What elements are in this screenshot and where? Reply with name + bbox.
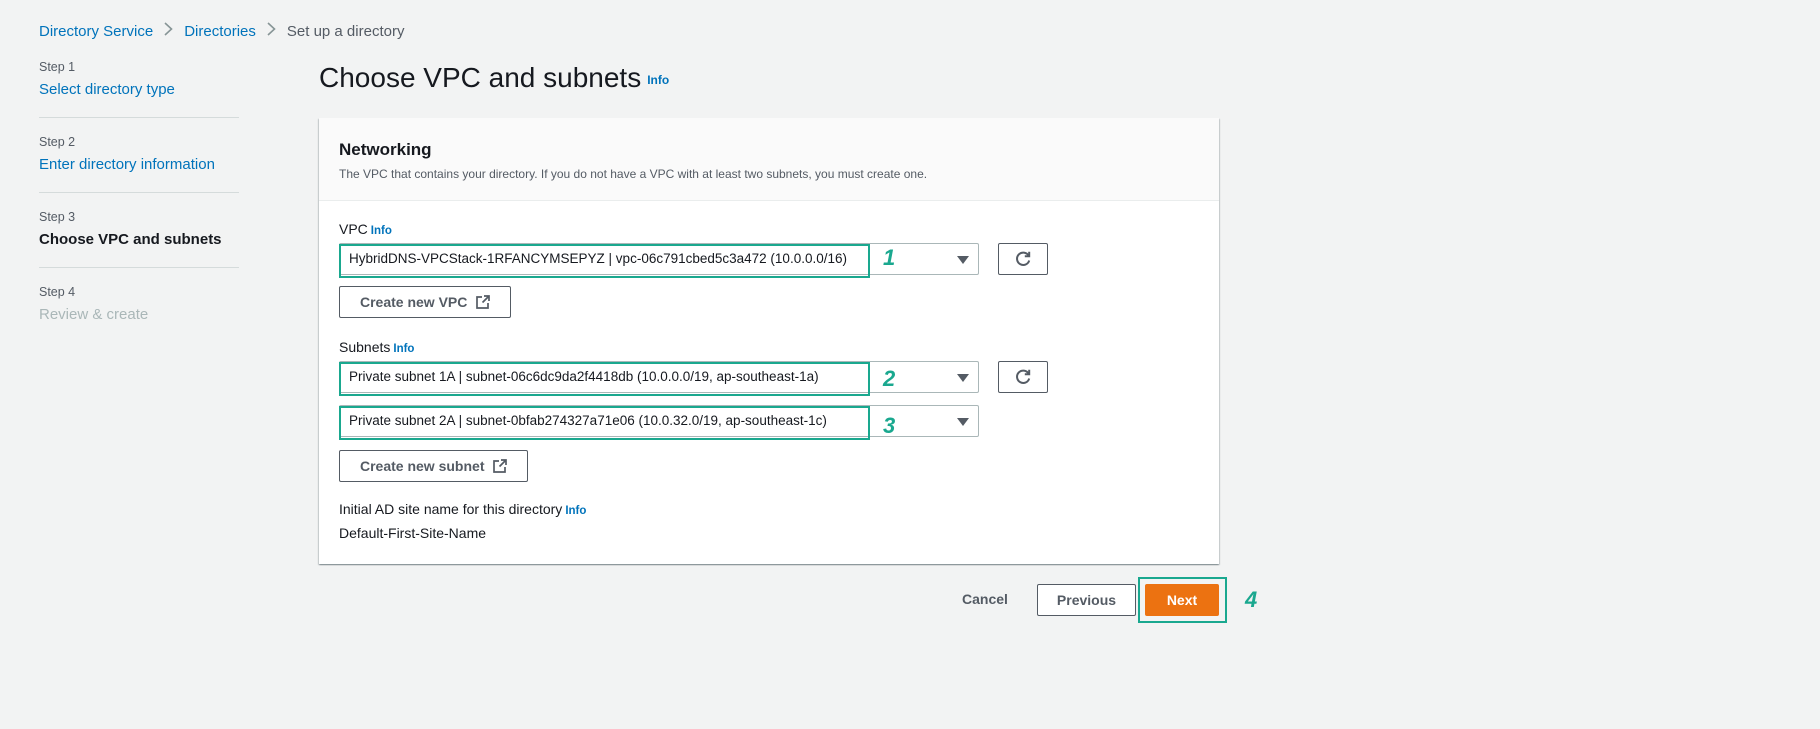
step-review-create: Review & create [39,306,149,323]
step-number: Step 2 [39,135,76,149]
subnets-label: Subnets Info [339,339,414,355]
refresh-icon [1016,251,1031,266]
step-link-select-directory-type[interactable]: Select directory type [39,81,239,98]
vpc-label: VPC Info [339,221,392,237]
step-3: Step 3 Choose VPC and subnets [39,210,239,268]
subnets-refresh-button[interactable] [998,361,1048,393]
breadcrumb: Directory Service Directories Set up a d… [39,22,404,40]
page-title: Choose VPC and subnets Info [319,62,669,94]
create-new-vpc-label: Create new VPC [360,294,468,310]
site-name-label-text: Initial AD site name for this directory [339,501,563,517]
networking-title: Networking [339,140,432,159]
networking-description: The VPC that contains your directory. If… [339,167,928,181]
networking-header: Networking The VPC that contains your di… [319,118,1219,201]
caret-down-icon [957,256,969,264]
step-number: Step 4 [39,285,76,299]
annotation-number-3: 3 [883,413,896,438]
refresh-icon [1016,369,1031,384]
step-current-choose-vpc: Choose VPC and subnets [39,231,222,248]
page-info-link[interactable]: Info [647,73,669,87]
page-title-text: Choose VPC and subnets [319,62,642,93]
create-new-subnet-label: Create new subnet [360,458,485,474]
networking-panel: Networking The VPC that contains your di… [319,118,1219,564]
external-link-icon [493,459,508,473]
step-4: Step 4 Review & create [39,285,239,342]
annotation-number-4: 4 [1245,587,1258,612]
caret-down-icon [957,374,969,382]
annotation-number-1: 1 [883,245,896,270]
annotation-highlight-subnet-1 [339,362,870,396]
site-name-label: Initial AD site name for this directory I… [339,501,586,517]
vpc-label-text: VPC [339,221,368,237]
chevron-right-icon [164,22,173,40]
breadcrumb-current: Set up a directory [286,22,405,40]
site-name-info-link[interactable]: Info [565,505,586,517]
annotation-highlight-vpc [339,244,870,278]
step-2: Step 2 Enter directory information [39,135,239,193]
cancel-button[interactable]: Cancel [962,591,1008,607]
vpc-refresh-button[interactable] [998,243,1048,275]
previous-button[interactable]: Previous [1037,584,1136,616]
create-new-subnet-button[interactable]: Create new subnet [339,450,529,482]
breadcrumb-directories[interactable]: Directories [184,23,256,40]
annotation-number-2: 2 [883,366,896,391]
step-1: Step 1 Select directory type [39,60,239,118]
external-link-icon [476,295,491,309]
chevron-right-icon [267,22,276,40]
site-name-value: Default-First-Site-Name [339,525,487,541]
annotation-highlight-subnet-2 [339,406,870,440]
breadcrumb-directory-service[interactable]: Directory Service [39,23,153,40]
next-button[interactable]: Next [1145,584,1219,616]
subnets-label-text: Subnets [339,339,391,355]
step-number: Step 3 [39,210,76,224]
subnets-info-link[interactable]: Info [393,343,414,355]
vpc-info-link[interactable]: Info [371,225,392,237]
caret-down-icon [957,418,969,426]
step-link-enter-directory-information[interactable]: Enter directory information [39,156,239,173]
create-new-vpc-button[interactable]: Create new VPC [339,286,512,318]
wizard-steps: Step 1 Select directory type Step 2 Ente… [39,60,239,359]
step-number: Step 1 [39,60,76,74]
